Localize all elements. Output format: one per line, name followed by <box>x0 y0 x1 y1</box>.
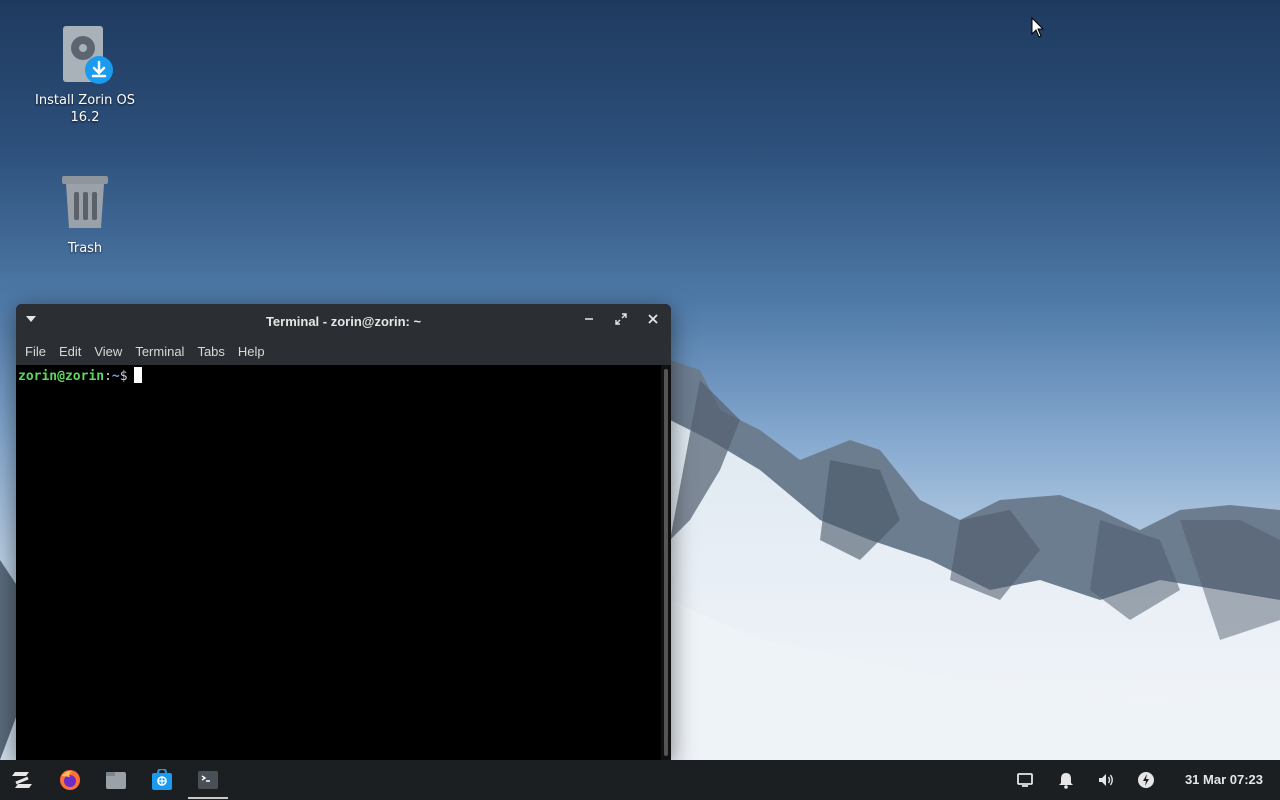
taskbar-software-store[interactable] <box>140 760 184 800</box>
terminal-titlebar[interactable]: Terminal - zorin@zorin: ~ <box>16 304 671 338</box>
menu-help[interactable]: Help <box>233 344 270 359</box>
maximize-icon <box>615 313 627 325</box>
firefox-icon <box>60 770 80 790</box>
maximize-button[interactable] <box>612 312 630 330</box>
menu-terminal[interactable]: Terminal <box>130 344 189 359</box>
taskbar-files[interactable] <box>94 760 138 800</box>
software-store-icon <box>152 769 172 790</box>
taskbar-firefox[interactable] <box>48 760 92 800</box>
minimize-icon <box>585 318 593 320</box>
menu-edit[interactable]: Edit <box>54 344 86 359</box>
power-icon <box>1138 772 1154 788</box>
prompt-user: zorin@zorin <box>18 369 105 384</box>
terminal-scrollbar[interactable] <box>661 365 671 760</box>
files-icon <box>106 772 126 789</box>
desktop-icon-label: Install Zorin OS 16.2 <box>35 93 135 125</box>
zorin-menu-button[interactable] <box>0 760 44 800</box>
terminal-menubar: File Edit View Terminal Tabs Help <box>16 338 671 365</box>
menu-file[interactable]: File <box>20 344 51 359</box>
terminal-icon <box>198 771 218 789</box>
desktop-icon-label: Trash <box>67 241 103 256</box>
screen-icon <box>1017 773 1033 787</box>
tray-volume[interactable] <box>1096 770 1116 790</box>
minimize-button[interactable] <box>580 312 598 330</box>
terminal-window[interactable]: Terminal - zorin@zorin: ~ File Edit View… <box>16 304 671 760</box>
tray-power[interactable] <box>1136 770 1156 790</box>
terminal-output[interactable]: zorin@zorin:~$ <box>16 365 661 760</box>
desktop-icon-trash[interactable]: Trash <box>30 172 140 257</box>
prompt-separator: : <box>104 369 112 384</box>
tray-notifications[interactable] <box>1056 770 1076 790</box>
clock[interactable]: 31 Mar 07:23 <box>1185 772 1263 787</box>
tray-screen[interactable] <box>1015 770 1035 790</box>
taskbar: 31 Mar 07:23 <box>0 760 1280 800</box>
prompt-path: ~ <box>111 369 120 384</box>
volume-icon <box>1099 774 1113 786</box>
bell-icon <box>1059 773 1073 789</box>
text-cursor <box>133 367 142 383</box>
trash-icon <box>57 172 113 234</box>
close-button[interactable] <box>644 312 662 330</box>
menu-tabs[interactable]: Tabs <box>192 344 229 359</box>
window-title: Terminal - zorin@zorin: ~ <box>265 313 422 329</box>
zorin-menu-icon <box>12 772 32 788</box>
prompt-symbol: $ <box>119 369 128 384</box>
taskbar-terminal[interactable] <box>186 760 230 800</box>
desktop-icon-install-zorin[interactable]: Install Zorin OS 16.2 <box>30 24 140 126</box>
installer-icon <box>57 24 113 86</box>
scrollbar-thumb[interactable] <box>664 369 668 756</box>
mouse-cursor-icon <box>1031 17 1045 38</box>
close-icon <box>648 314 658 324</box>
menu-view[interactable]: View <box>89 344 127 359</box>
